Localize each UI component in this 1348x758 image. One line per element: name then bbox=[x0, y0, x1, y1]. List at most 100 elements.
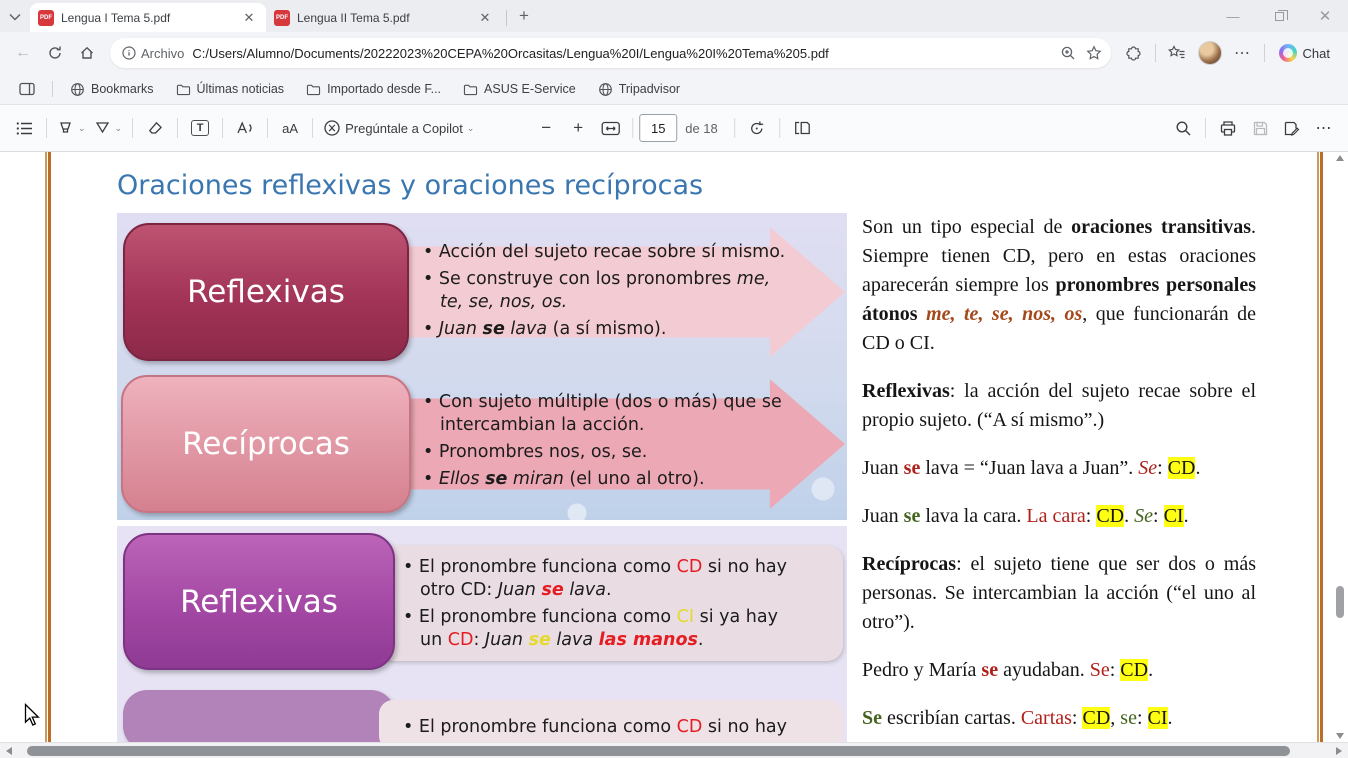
read-aloud-button[interactable] bbox=[229, 112, 261, 144]
chat-label: Chat bbox=[1302, 45, 1330, 61]
bullet-item: Acción del sujeto recae sobre sí mismo. bbox=[423, 241, 795, 264]
paragraph: Son un tipo especial de oraciones transi… bbox=[862, 216, 1257, 354]
zoom-page-button[interactable] bbox=[1055, 40, 1081, 66]
reciprocas-label-box: Recíprocas bbox=[121, 375, 411, 513]
vertical-scrollbar[interactable] bbox=[1332, 152, 1348, 742]
bookmark-label: Bookmarks bbox=[91, 82, 154, 96]
table-of-contents-button[interactable] bbox=[8, 112, 40, 144]
save-button[interactable] bbox=[1244, 112, 1276, 144]
search-document-button[interactable] bbox=[1167, 112, 1199, 144]
horizontal-scroll-thumb[interactable] bbox=[27, 746, 1290, 756]
chevron-down-icon[interactable]: ⌄ bbox=[115, 123, 123, 134]
bullet-item: El pronombre funciona como CD si no hay … bbox=[403, 556, 795, 602]
settings-menu-button[interactable]: ⋯ bbox=[1228, 38, 1258, 68]
pdf-toolbar-right: ⋯ bbox=[1167, 112, 1340, 144]
save-as-button[interactable] bbox=[1276, 112, 1308, 144]
tab-close-icon[interactable]: ✕ bbox=[476, 9, 494, 27]
window-controls: — ✕ bbox=[1210, 0, 1348, 32]
chevron-down-icon[interactable]: ⌄ bbox=[467, 123, 475, 134]
add-text-button[interactable]: T bbox=[184, 112, 216, 144]
bullet-item: Ellos se miran (el uno al otro). bbox=[423, 468, 795, 491]
back-button[interactable]: ← bbox=[8, 38, 38, 68]
ask-copilot-button[interactable]: Pregúntale a Copilot ⌄ bbox=[319, 112, 478, 144]
page-border-right bbox=[1320, 152, 1323, 742]
print-button[interactable] bbox=[1212, 112, 1244, 144]
translate-icon: aA bbox=[282, 120, 299, 136]
scheme-chip[interactable]: Archivo bbox=[122, 46, 184, 61]
translate-button[interactable]: aA bbox=[274, 112, 306, 144]
ellipsis-icon: ⋯ bbox=[1234, 45, 1252, 62]
tab-title: Lengua II Tema 5.pdf bbox=[297, 10, 410, 25]
partial-label-box bbox=[123, 690, 395, 742]
sidebar-toggle-button[interactable] bbox=[10, 77, 44, 101]
search-icon bbox=[1175, 120, 1190, 135]
address-bar[interactable]: Archivo C:/Users/Alumno/Documents/202220… bbox=[110, 38, 1111, 68]
favorites-button[interactable] bbox=[1162, 38, 1192, 68]
scroll-down-arrow[interactable] bbox=[1336, 733, 1344, 739]
bookmark-label: Últimas noticias bbox=[196, 82, 285, 96]
ask-copilot-label: Pregúntale a Copilot bbox=[345, 120, 463, 136]
nav-separator bbox=[1154, 44, 1156, 62]
scroll-up-arrow[interactable] bbox=[1336, 155, 1344, 161]
nav-separator bbox=[1263, 44, 1265, 62]
copilot-chat-button[interactable]: Chat bbox=[1271, 38, 1340, 68]
highlight-tool-button[interactable]: ⌄ bbox=[53, 112, 90, 144]
chevron-down-icon[interactable]: ⌄ bbox=[78, 123, 86, 134]
slide-row-reflexivas: Reflexivas Acción del sujeto recae sobre… bbox=[117, 219, 847, 365]
bookmark-item-bookmarks[interactable]: Bookmarks bbox=[61, 77, 163, 101]
zoom-in-button[interactable]: + bbox=[562, 112, 594, 144]
tab-close-icon[interactable]: ✕ bbox=[240, 9, 258, 27]
scroll-right-arrow[interactable] bbox=[1336, 747, 1342, 755]
paragraph: Se escribían cartas. Cartas: CD, se: CI. bbox=[862, 707, 1173, 729]
highlighter-icon bbox=[60, 122, 71, 133]
pdf-zoom-page-controls: − + de 18 bbox=[530, 112, 818, 144]
page-count-label: de 18 bbox=[685, 120, 718, 136]
bullet-list: Con sujeto múltiple (dos o más) que se i… bbox=[423, 391, 795, 495]
bookmark-folder-ultimas-noticias[interactable]: Últimas noticias bbox=[167, 77, 294, 101]
home-icon bbox=[81, 46, 93, 59]
toolbar-separator bbox=[177, 118, 179, 138]
bookmark-folder-asus[interactable]: ASUS E-Service bbox=[454, 77, 585, 101]
refresh-button[interactable] bbox=[40, 38, 70, 68]
scroll-left-arrow[interactable] bbox=[6, 747, 12, 755]
bookmark-label: ASUS E-Service bbox=[484, 82, 576, 96]
minimize-button[interactable]: — bbox=[1210, 0, 1256, 32]
extensions-icon bbox=[1126, 45, 1141, 61]
close-button[interactable]: ✕ bbox=[1302, 0, 1348, 32]
toolbar-separator bbox=[222, 118, 224, 138]
new-tab-button[interactable]: + bbox=[511, 3, 537, 29]
bookmark-item-tripadvisor[interactable]: Tripadvisor bbox=[589, 77, 689, 101]
url-text[interactable]: C:/Users/Alumno/Documents/20222023%20CEP… bbox=[192, 46, 1054, 61]
bullet-item: El pronombre funciona como CI si ya hay … bbox=[403, 606, 795, 652]
tab-title: Lengua I Tema 5.pdf bbox=[61, 10, 171, 25]
tab-lengua-2[interactable]: PDF Lengua II Tema 5.pdf ✕ bbox=[266, 3, 502, 32]
draw-tool-button[interactable]: ⌄ bbox=[90, 112, 127, 144]
tab-search-menu-button[interactable] bbox=[0, 2, 30, 32]
browser-window: PDF Lengua I Tema 5.pdf ✕ PDF Lengua II … bbox=[0, 0, 1348, 758]
page-number-input[interactable] bbox=[639, 114, 678, 142]
tab-strip: PDF Lengua I Tema 5.pdf ✕ PDF Lengua II … bbox=[0, 0, 1348, 32]
rotate-icon bbox=[751, 120, 764, 134]
erase-tool-button[interactable] bbox=[139, 112, 171, 144]
pen-icon bbox=[95, 122, 109, 134]
print-icon bbox=[1220, 120, 1236, 136]
favorite-this-page-button[interactable] bbox=[1081, 40, 1107, 66]
bookmark-folder-importado[interactable]: Importado desde F... bbox=[297, 77, 450, 101]
more-options-button[interactable]: ⋯ bbox=[1308, 112, 1340, 144]
paragraph: Pedro y María se ayudaban. Se: CD. bbox=[862, 659, 1154, 681]
horizontal-scrollbar[interactable] bbox=[0, 742, 1348, 758]
page-view-button[interactable] bbox=[786, 112, 818, 144]
reflexivas-label-box: Reflexivas bbox=[123, 223, 409, 361]
tab-lengua-1[interactable]: PDF Lengua I Tema 5.pdf ✕ bbox=[30, 3, 266, 32]
profile-avatar[interactable] bbox=[1197, 41, 1222, 65]
folder-icon bbox=[176, 84, 190, 95]
fit-to-width-button[interactable] bbox=[594, 112, 626, 144]
rotate-button[interactable] bbox=[741, 112, 773, 144]
zoom-out-button[interactable]: − bbox=[530, 112, 562, 144]
sidebar-icon bbox=[19, 82, 35, 96]
vertical-scroll-thumb[interactable] bbox=[1336, 586, 1344, 618]
home-button[interactable] bbox=[72, 38, 102, 68]
paragraph: Recíprocas: el sujeto tiene que ser dos … bbox=[862, 553, 1256, 633]
restore-button[interactable] bbox=[1256, 0, 1302, 32]
browser-essentials-button[interactable] bbox=[1119, 38, 1149, 68]
